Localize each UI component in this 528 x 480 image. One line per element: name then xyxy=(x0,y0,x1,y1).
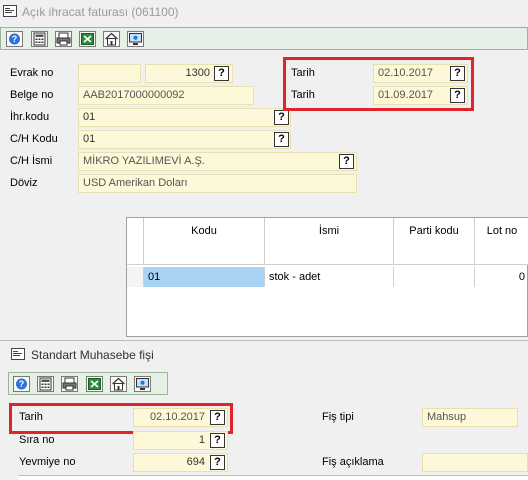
evrak-no-label: Evrak no xyxy=(10,67,54,79)
ch-kodu-label: C/H Kodu xyxy=(10,133,58,145)
print-icon[interactable] xyxy=(55,31,72,47)
ch-ismi-lookup-button[interactable]: ? xyxy=(339,154,354,169)
sira-no-label: Sıra no xyxy=(19,434,55,446)
evrak-lookup-button[interactable]: ? xyxy=(214,66,229,81)
svg-text:?: ? xyxy=(12,34,18,44)
help-icon[interactable]: ? xyxy=(13,376,30,392)
excel-icon[interactable] xyxy=(86,376,103,392)
tarih2-calendar-button[interactable]: ? xyxy=(450,88,465,103)
help-icon[interactable]: ? xyxy=(6,31,23,47)
fis-aciklama-label: Fiş açıklama xyxy=(322,456,384,468)
ch-kodu-field[interactable]: 01 xyxy=(78,130,291,149)
doviz-field[interactable]: USD Amerikan Doları xyxy=(78,174,357,193)
ihr-kodu-label: İhr.kodu xyxy=(10,111,50,123)
calculator-icon[interactable] xyxy=(37,376,54,392)
sira-no-lookup-button[interactable]: ? xyxy=(210,433,225,448)
tarih1-label: Tarih xyxy=(291,67,315,79)
grid-row-indicator[interactable] xyxy=(127,267,144,287)
subwindow-title: Standart Muhasebe fişi xyxy=(31,348,154,362)
sub-toolbar: ? xyxy=(8,372,168,395)
grid-header-lot-no[interactable]: Lot no xyxy=(475,218,528,265)
tarih1-calendar-button[interactable]: ? xyxy=(450,66,465,81)
grid-row-header-corner xyxy=(127,218,144,265)
belge-no-label: Belge no xyxy=(10,89,54,101)
window-title: Açık ihracat faturası (061100) xyxy=(22,5,179,19)
home-icon[interactable] xyxy=(110,376,127,392)
fis-tipi-label: Fiş tipi xyxy=(322,411,354,423)
ch-ismi-label: C/H İsmi xyxy=(10,155,53,167)
ihr-kodu-field[interactable]: 01 xyxy=(78,108,291,127)
grid-header-ismi[interactable]: İsmi xyxy=(265,218,394,265)
yevmiye-no-lookup-button[interactable]: ? xyxy=(210,455,225,470)
window-icon xyxy=(3,4,17,18)
excel-icon[interactable] xyxy=(79,31,96,47)
main-toolbar: ? xyxy=(0,27,528,50)
home-icon[interactable] xyxy=(103,31,120,47)
tarih2-label: Tarih xyxy=(291,89,315,101)
title-bar: Açık ihracat faturası (061100) xyxy=(0,0,528,24)
sub-tarih-label: Tarih xyxy=(19,411,43,423)
evrak-seri-field[interactable] xyxy=(78,64,141,83)
ch-ismi-field[interactable]: MİKRO YAZILIMEVİ A.Ş. xyxy=(78,152,357,171)
ch-kodu-lookup-button[interactable]: ? xyxy=(274,132,289,147)
grid-cell-ismi[interactable]: stok - adet xyxy=(265,267,394,287)
muhasebe-fisi-window: Standart Muhasebe fişi ? Tarih 02.10.201… xyxy=(0,340,528,480)
ihr-kodu-lookup-button[interactable]: ? xyxy=(274,110,289,125)
fis-aciklama-field[interactable] xyxy=(422,453,528,472)
grid-cell-lot-no[interactable]: 0 xyxy=(475,267,528,287)
grid-cell-parti-kodu[interactable] xyxy=(394,267,475,287)
belge-no-field[interactable]: AAB2017000000092 xyxy=(78,86,254,105)
subwindow-icon xyxy=(11,347,25,361)
fis-tipi-field[interactable]: Mahsup xyxy=(422,408,518,427)
grid-header-kodu[interactable]: Kodu xyxy=(144,218,265,265)
yevmiye-no-label: Yevmiye no xyxy=(19,456,76,468)
screen-icon[interactable] xyxy=(134,376,151,392)
grid-cell-kodu[interactable]: 01 xyxy=(144,267,265,287)
sub-tarih-calendar-button[interactable]: ? xyxy=(210,410,225,425)
grid-header-parti-kodu[interactable]: Parti kodu xyxy=(394,218,475,265)
doviz-label: Döviz xyxy=(10,177,38,189)
items-grid: Kodu İsmi Parti kodu Lot no 01 stok - ad… xyxy=(126,217,528,337)
screen-icon[interactable] xyxy=(127,31,144,47)
print-icon[interactable] xyxy=(61,376,78,392)
svg-text:?: ? xyxy=(19,379,25,389)
calculator-icon[interactable] xyxy=(31,31,48,47)
